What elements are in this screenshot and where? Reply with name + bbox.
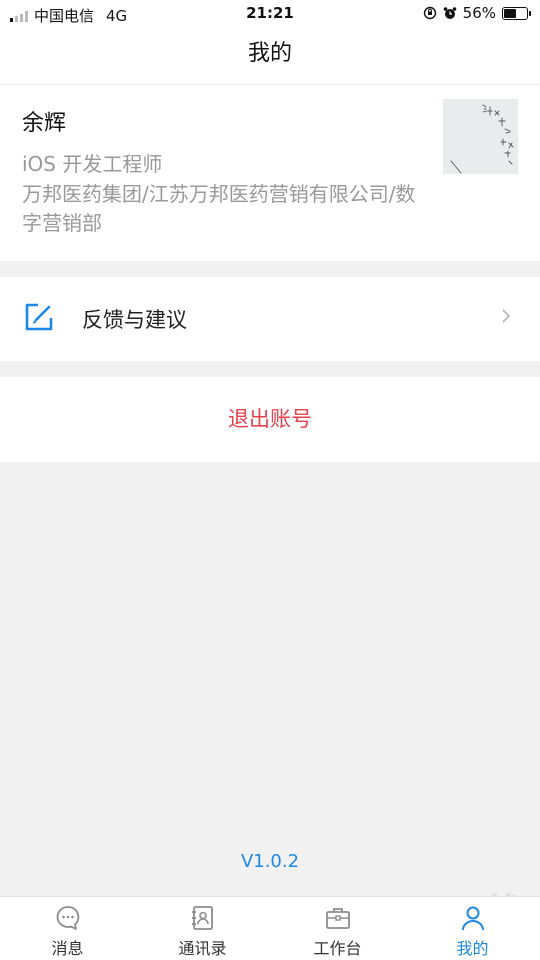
logout-button[interactable]: 退出账号: [0, 377, 540, 462]
status-bar: 中国电信 4G 21:21 56%: [0, 0, 540, 28]
tab-label: 工作台: [313, 939, 362, 958]
page-title: 我的: [0, 28, 540, 85]
alarm-icon: [443, 7, 456, 19]
battery-fill: [504, 8, 516, 18]
feedback-row[interactable]: 反馈与建议: [0, 277, 540, 361]
calligraphy-image: [443, 99, 518, 174]
tab-workbench[interactable]: 工作台: [270, 897, 405, 960]
tab-messages[interactable]: 消息: [0, 897, 135, 960]
chat-bubble-icon: [56, 906, 79, 930]
battery-percent: 56%: [462, 4, 496, 22]
address-book-icon: [191, 906, 213, 930]
briefcase-icon: [325, 908, 350, 929]
tab-bar: 消息 通讯录 工作台 我的: [0, 896, 540, 960]
person-icon: [461, 906, 484, 931]
profile-card[interactable]: 余辉 iOS 开发工程师 万邦医药集团/江苏万邦医药营销有限公司/数字营销部: [0, 85, 540, 261]
version-label: V1.0.2: [240, 851, 300, 872]
profile-name: 余辉: [22, 111, 67, 136]
tab-contacts[interactable]: 通讯录: [135, 897, 270, 960]
battery-icon: [502, 6, 531, 20]
status-right: 56%: [423, 4, 531, 22]
chevron-right-icon: [502, 309, 511, 323]
tab-label: 通讯录: [178, 939, 227, 958]
edit-icon: [25, 303, 53, 331]
profile-organization: 万邦医药集团/江苏万邦医药营销有限公司/数字营销部: [22, 182, 416, 235]
tab-label: 消息: [51, 939, 84, 958]
orientation-lock-icon: [423, 6, 436, 20]
tab-profile[interactable]: 我的: [405, 897, 540, 960]
feedback-label: 反馈与建议: [82, 308, 187, 332]
tab-label: 我的: [456, 939, 489, 958]
profile-job-title: iOS 开发工程师: [22, 152, 163, 176]
avatar[interactable]: [443, 99, 518, 174]
